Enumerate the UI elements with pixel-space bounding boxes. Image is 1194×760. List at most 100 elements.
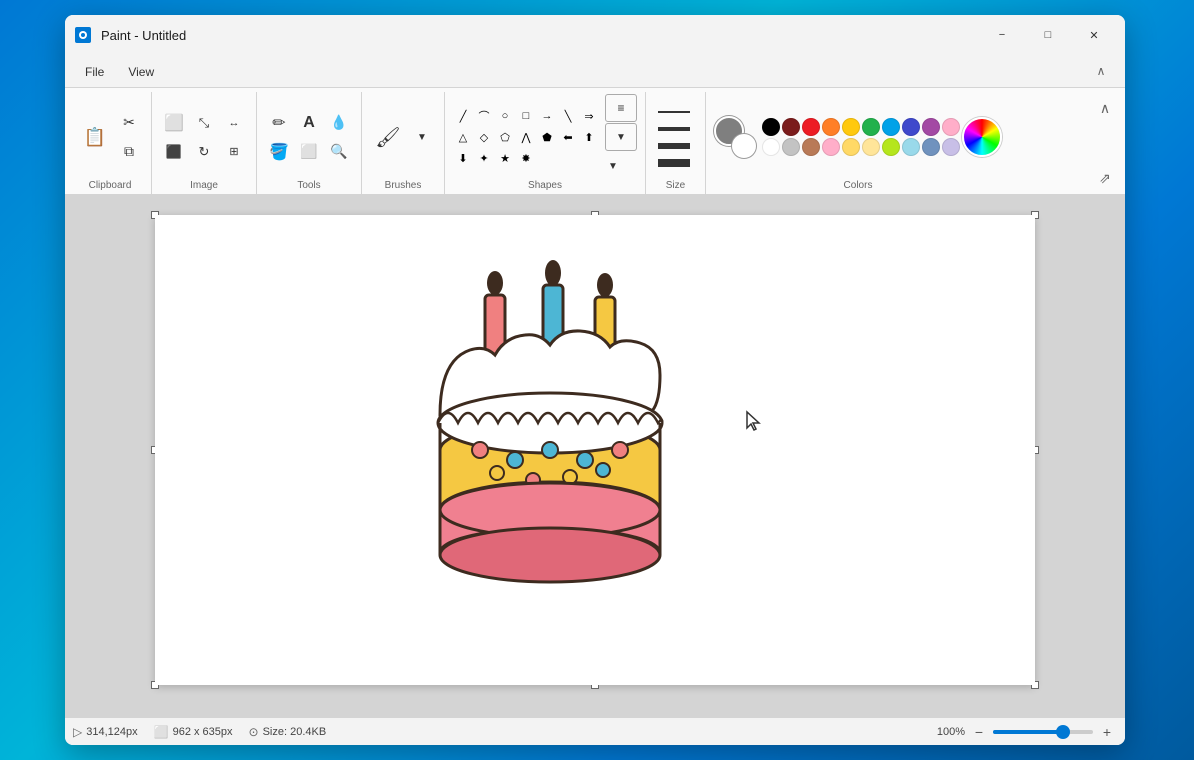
background-color[interactable] (732, 134, 756, 158)
swatch-black[interactable] (762, 118, 780, 136)
copy-button[interactable]: ⧉ (115, 138, 143, 166)
size-group: Size (646, 92, 706, 194)
swatch-yellow[interactable] (842, 118, 860, 136)
maximize-button[interactable]: □ (1025, 19, 1071, 51)
colors-group: Colors (706, 92, 1010, 194)
oval-shape[interactable]: ○ (495, 106, 515, 126)
outline-button[interactable]: ≡ (605, 94, 637, 122)
flip-h-button[interactable]: ↔ (220, 109, 248, 137)
arrow-shape[interactable]: → (537, 106, 557, 126)
ribbon-up-button[interactable]: ∧ (1093, 96, 1117, 120)
swatch-green[interactable] (862, 118, 880, 136)
right-arrow[interactable]: ⇒ (579, 106, 599, 126)
cursor-icon: ▷ (73, 725, 82, 739)
dimensions-value: 962 x 635px (173, 726, 233, 738)
swatch-indigo[interactable] (902, 118, 920, 136)
zoom-slider[interactable] (993, 730, 1093, 734)
swatch-cream[interactable] (862, 138, 880, 156)
diagonal-shape[interactable]: ╲ (558, 106, 578, 126)
swatch-darkred[interactable] (782, 118, 800, 136)
swatch-orange[interactable] (822, 118, 840, 136)
mouse-cursor (745, 410, 765, 434)
diamond-shape[interactable]: ◇ (474, 127, 494, 147)
text-button[interactable]: A (295, 109, 323, 137)
zoom-out-button[interactable]: − (969, 722, 989, 742)
chevron-shape[interactable]: ⋀ (516, 127, 536, 147)
ribbon-actions: ∧ (1085, 55, 1117, 87)
tab-view[interactable]: View (116, 59, 166, 87)
select-all-button[interactable]: ⬜ (160, 109, 188, 137)
size2-btn[interactable] (656, 121, 696, 137)
drawing-canvas[interactable] (155, 215, 1035, 685)
window-title: Paint - Untitled (101, 28, 979, 43)
shapes-more-button[interactable]: ▼ (605, 152, 621, 180)
colors-items (714, 94, 1002, 180)
size-item: ⊙ Size: 20.4KB (249, 725, 327, 739)
swatch-lavender[interactable] (942, 138, 960, 156)
colors-label: Colors (844, 180, 873, 194)
swatch-lightblue[interactable] (902, 138, 920, 156)
canvas-area[interactable] (65, 195, 1125, 717)
resize-button[interactable]: ⤡ (190, 109, 218, 137)
size1-btn[interactable] (656, 104, 696, 120)
size-label: Size (666, 180, 685, 194)
size-items (656, 94, 696, 180)
size4-btn[interactable] (656, 155, 696, 171)
zoom-thumb[interactable] (1056, 725, 1070, 739)
clipboard-group: 📋 ✂ ⧉ Clipboard (69, 92, 152, 194)
up-arrow-box[interactable]: ⬆ (579, 127, 599, 147)
down-arrow-box[interactable]: ⬇ (453, 148, 473, 168)
fill-button[interactable]: 🪣 (265, 138, 293, 166)
eraser-button[interactable]: ⬜ (295, 138, 323, 166)
cut-button[interactable]: ✂ (115, 109, 143, 137)
image-col3: ↔ ⊞ (220, 109, 248, 166)
swatch-blue[interactable] (882, 118, 900, 136)
swatch-brown[interactable] (802, 138, 820, 156)
swatch-red[interactable] (802, 118, 820, 136)
dimensions-item: ⬜ 962 x 635px (154, 725, 233, 739)
coordinates-item: ▷ 314,124px (73, 725, 138, 739)
pentagon-shape[interactable]: ⬠ (495, 127, 515, 147)
zoom-tool-button[interactable]: 🔍 (325, 138, 353, 166)
tools-items: ✏ 🪣 A ⬜ 💧 🔍 (265, 94, 353, 180)
size3-btn[interactable] (656, 138, 696, 154)
ribbon-share-button[interactable]: ⇗ (1093, 166, 1117, 190)
swatch-purple[interactable] (922, 118, 940, 136)
coordinates-value: 314,124px (86, 726, 137, 738)
dimensions-icon: ⬜ (154, 725, 169, 739)
triangle-shape[interactable]: △ (453, 127, 473, 147)
zoom-in-button[interactable]: + (1097, 722, 1117, 742)
pencil-button[interactable]: ✏ (265, 109, 293, 137)
star5-shape[interactable]: ★ (495, 148, 515, 168)
color-picker-button[interactable] (962, 117, 1002, 157)
titlebar: Paint - Untitled − □ ✕ (65, 15, 1125, 55)
swatch-lightpink[interactable] (822, 138, 840, 156)
left-arrow-box[interactable]: ⬅ (558, 127, 578, 147)
swatch-white[interactable] (762, 138, 780, 156)
tab-file[interactable]: File (73, 59, 116, 87)
image-props-button[interactable]: ⊞ (220, 138, 248, 166)
brush-dropdown[interactable]: ▼ (408, 123, 436, 151)
rotate-button[interactable]: ↻ (190, 138, 218, 166)
swatch-lime[interactable] (882, 138, 900, 156)
curve-shape[interactable]: ⌒ (474, 106, 494, 126)
swatch-pink[interactable] (942, 118, 960, 136)
swatch-lightyellow[interactable] (842, 138, 860, 156)
swatch-steelblue[interactable] (922, 138, 940, 156)
collapse-ribbon-button[interactable]: ∧ (1089, 59, 1113, 83)
close-button[interactable]: ✕ (1071, 19, 1117, 51)
rect-shape[interactable]: □ (516, 106, 536, 126)
minimize-button[interactable]: − (979, 19, 1025, 51)
paste-icon: 📋 (84, 128, 106, 146)
brush-main-button[interactable]: 🖌 (370, 119, 406, 155)
pentagon2-shape[interactable]: ⬟ (537, 127, 557, 147)
line-shape[interactable]: ╱ (453, 106, 473, 126)
fill-shape-button[interactable]: ▼ (605, 123, 637, 151)
color-pick-button[interactable]: 💧 (325, 109, 353, 137)
paste-button[interactable]: 📋 (77, 119, 113, 155)
swatch-lightgray[interactable] (782, 138, 800, 156)
crop-button[interactable]: ⬛ (160, 138, 188, 166)
window-controls: − □ ✕ (979, 19, 1117, 51)
starburst-shape[interactable]: ✸ (516, 148, 536, 168)
star4-shape[interactable]: ✦ (474, 148, 494, 168)
